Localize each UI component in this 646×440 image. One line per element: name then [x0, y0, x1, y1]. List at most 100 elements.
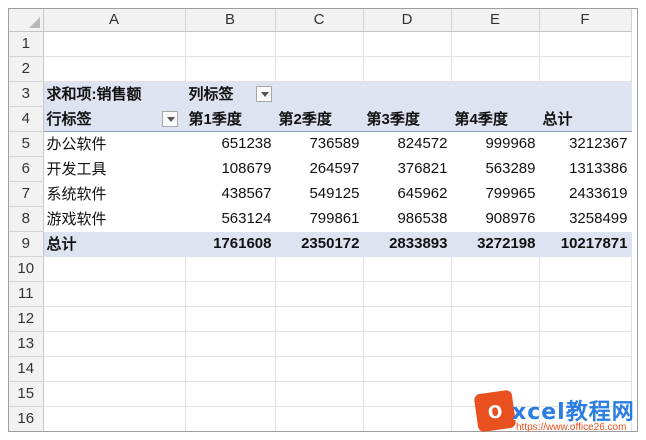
cell-e3[interactable]	[451, 81, 540, 107]
cell-empty[interactable]	[275, 256, 364, 282]
cell-empty[interactable]	[185, 281, 276, 307]
column-header-d[interactable]: D	[363, 9, 452, 32]
row-header-12[interactable]: 12	[9, 306, 44, 332]
row-header-9[interactable]: 9	[9, 231, 44, 257]
pivot-grand-total-cell[interactable]: 10217871	[539, 230, 632, 257]
pivot-row-label[interactable]: 系统软件	[43, 181, 186, 207]
cell-empty[interactable]	[451, 406, 540, 431]
cell-empty[interactable]	[43, 256, 186, 282]
pivot-column-header[interactable]: 第3季度	[363, 106, 452, 132]
pivot-grand-total-cell[interactable]: 1761608	[185, 230, 276, 257]
row-header-2[interactable]: 2	[9, 56, 44, 82]
pivot-row-total-cell[interactable]: 1313386	[539, 156, 632, 182]
pivot-value-cell[interactable]: 651238	[185, 131, 276, 157]
cell-empty[interactable]	[363, 281, 452, 307]
cell-c3[interactable]	[275, 81, 364, 107]
pivot-value-cell[interactable]: 438567	[185, 181, 276, 207]
cell-empty[interactable]	[539, 281, 632, 307]
pivot-grand-total-cell[interactable]: 2833893	[363, 230, 452, 257]
cell-empty[interactable]	[451, 306, 540, 332]
cell-empty[interactable]	[363, 381, 452, 407]
cell-empty[interactable]	[43, 356, 186, 382]
row-header-10[interactable]: 10	[9, 256, 44, 282]
pivot-value-cell[interactable]: 563289	[451, 156, 540, 182]
cell-empty[interactable]	[43, 331, 186, 357]
pivot-row-label[interactable]: 开发工具	[43, 156, 186, 182]
cell-empty[interactable]	[43, 306, 186, 332]
cell-empty[interactable]	[185, 356, 276, 382]
pivot-value-cell[interactable]: 549125	[275, 181, 364, 207]
cell-empty[interactable]	[185, 381, 276, 407]
pivot-grand-total-header[interactable]: 总计	[539, 106, 632, 132]
cell-empty[interactable]	[185, 406, 276, 431]
pivot-value-cell[interactable]: 799965	[451, 181, 540, 207]
cell-empty[interactable]	[451, 281, 540, 307]
row-header-8[interactable]: 8	[9, 206, 44, 232]
pivot-row-label[interactable]: 办公软件	[43, 131, 186, 157]
cell-empty[interactable]	[539, 331, 632, 357]
column-header-b[interactable]: B	[185, 9, 276, 32]
pivot-row-label[interactable]: 游戏软件	[43, 206, 186, 232]
pivot-grand-total-cell[interactable]: 2350172	[275, 230, 364, 257]
pivot-grand-total-label[interactable]: 总计	[43, 230, 186, 257]
cell-c1[interactable]	[275, 31, 364, 57]
column-labels-filter-dropdown-icon[interactable]	[255, 85, 272, 102]
pivot-value-cell[interactable]: 563124	[185, 206, 276, 232]
cell-empty[interactable]	[43, 381, 186, 407]
cell-empty[interactable]	[275, 281, 364, 307]
cell-empty[interactable]	[185, 256, 276, 282]
cell-empty[interactable]	[363, 306, 452, 332]
cell-empty[interactable]	[363, 356, 452, 382]
pivot-column-header[interactable]: 第1季度	[185, 106, 276, 132]
pivot-row-labels-cell[interactable]: 行标签	[43, 106, 186, 132]
cell-empty[interactable]	[539, 381, 632, 407]
pivot-value-cell[interactable]: 645962	[363, 181, 452, 207]
column-header-c[interactable]: C	[275, 9, 364, 32]
row-header-11[interactable]: 11	[9, 281, 44, 307]
pivot-value-cell[interactable]: 799861	[275, 206, 364, 232]
row-header-5[interactable]: 5	[9, 131, 44, 157]
cell-d3[interactable]	[363, 81, 452, 107]
cell-b2[interactable]	[185, 56, 276, 82]
cell-e1[interactable]	[451, 31, 540, 57]
column-header-a[interactable]: A	[43, 9, 186, 32]
cell-f2[interactable]	[539, 56, 632, 82]
pivot-value-cell[interactable]: 736589	[275, 131, 364, 157]
column-header-e[interactable]: E	[451, 9, 540, 32]
pivot-value-cell[interactable]: 986538	[363, 206, 452, 232]
cell-empty[interactable]	[275, 381, 364, 407]
row-header-15[interactable]: 15	[9, 381, 44, 407]
pivot-value-cell[interactable]: 908976	[451, 206, 540, 232]
cell-empty[interactable]	[451, 331, 540, 357]
pivot-value-cell[interactable]: 376821	[363, 156, 452, 182]
cell-empty[interactable]	[539, 306, 632, 332]
cell-empty[interactable]	[185, 331, 276, 357]
cell-empty[interactable]	[43, 406, 186, 431]
row-header-4[interactable]: 4	[9, 106, 44, 132]
pivot-value-cell[interactable]: 264597	[275, 156, 364, 182]
cell-a2[interactable]	[43, 56, 186, 82]
cell-d1[interactable]	[363, 31, 452, 57]
cell-empty[interactable]	[539, 356, 632, 382]
pivot-grand-total-cell[interactable]: 3272198	[451, 230, 540, 257]
cell-empty[interactable]	[275, 356, 364, 382]
cell-empty[interactable]	[275, 406, 364, 431]
pivot-value-cell[interactable]: 824572	[363, 131, 452, 157]
row-header-1[interactable]: 1	[9, 31, 44, 57]
cell-b1[interactable]	[185, 31, 276, 57]
cell-f1[interactable]	[539, 31, 632, 57]
cell-empty[interactable]	[451, 256, 540, 282]
cell-empty[interactable]	[451, 356, 540, 382]
cell-c2[interactable]	[275, 56, 364, 82]
row-labels-filter-dropdown-icon[interactable]	[161, 110, 178, 127]
cell-empty[interactable]	[539, 406, 632, 431]
row-header-14[interactable]: 14	[9, 356, 44, 382]
row-header-7[interactable]: 7	[9, 181, 44, 207]
pivot-column-labels-cell[interactable]: 列标签	[185, 81, 276, 107]
cell-empty[interactable]	[539, 256, 632, 282]
cell-a1[interactable]	[43, 31, 186, 57]
row-header-3[interactable]: 3	[9, 81, 44, 107]
pivot-row-total-cell[interactable]: 2433619	[539, 181, 632, 207]
pivot-row-total-cell[interactable]: 3212367	[539, 131, 632, 157]
pivot-column-header[interactable]: 第4季度	[451, 106, 540, 132]
